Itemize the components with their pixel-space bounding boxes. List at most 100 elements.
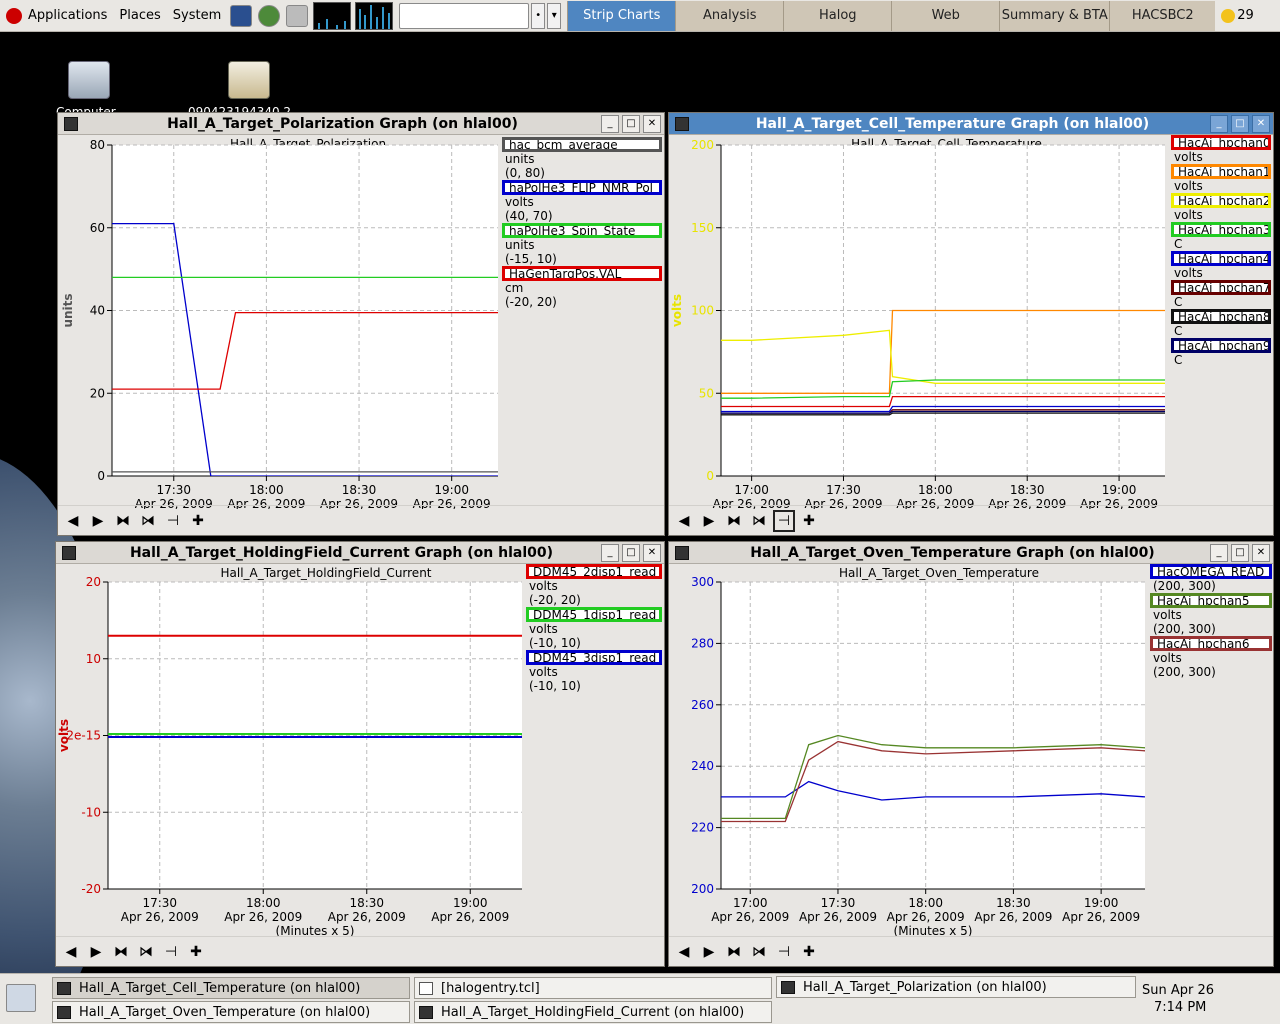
cell-temperature-window[interactable]: Hall_A_Target_Cell_Temperature Graph (on… bbox=[668, 112, 1274, 536]
legend-entry[interactable]: HacAi_hpchan5 volts (200, 300) bbox=[1150, 593, 1272, 636]
command-dropdown-button[interactable]: ▾ bbox=[547, 2, 562, 29]
paint-icon[interactable] bbox=[228, 61, 270, 99]
jump-end-icon[interactable]: ⊣ bbox=[160, 941, 182, 963]
zoom-out-time-icon[interactable]: ⧓ bbox=[112, 510, 134, 532]
legend-entry[interactable]: HacAi_hpchan0 volts bbox=[1171, 135, 1271, 164]
command-history-button[interactable]: • bbox=[531, 2, 546, 29]
legend-entry[interactable]: hac_bcm_average units (0, 80) bbox=[502, 137, 662, 180]
jump-end-icon[interactable]: ⊣ bbox=[162, 510, 184, 532]
legend-entry[interactable]: HacAi_hpchan4 volts bbox=[1171, 251, 1271, 280]
legend-signal-name[interactable]: HacAi_hpchan4 bbox=[1171, 251, 1271, 266]
legend-signal-name[interactable]: HacAi_hpchan7 bbox=[1171, 280, 1271, 295]
network-monitor-applet[interactable] bbox=[355, 1, 394, 30]
scroll-right-icon[interactable]: ▶ bbox=[87, 510, 109, 532]
legend-signal-name[interactable]: HacAi_hpchan8 bbox=[1171, 309, 1271, 324]
legend-signal-name[interactable]: HacAi_hpchan2 bbox=[1171, 193, 1271, 208]
close-button[interactable]: ✕ bbox=[1252, 543, 1270, 562]
close-button[interactable]: ✕ bbox=[643, 114, 661, 133]
legend-signal-name[interactable]: HacAi_hpchan5 bbox=[1150, 593, 1272, 608]
oven-temperature-titlebar[interactable]: Hall_A_Target_Oven_Temperature Graph (on… bbox=[669, 542, 1273, 564]
legend-entry[interactable]: HacOMEGA_READ (200, 300) bbox=[1150, 564, 1272, 593]
legend-entry[interactable]: HacAi_hpchan2 volts bbox=[1171, 193, 1271, 222]
close-button[interactable]: ✕ bbox=[643, 543, 661, 562]
tab-strip-charts[interactable]: Strip Charts bbox=[567, 0, 676, 31]
legend-entry[interactable]: HacAi_hpchan3 C bbox=[1171, 222, 1271, 251]
taskbar-item-cell-temperature[interactable]: Hall_A_Target_Cell_Temperature (on hlal0… bbox=[52, 977, 410, 999]
legend-signal-name[interactable]: DDM45_2disp1_read bbox=[526, 564, 662, 579]
system-menu[interactable]: System bbox=[167, 0, 227, 32]
weather-applet[interactable]: 29 bbox=[1221, 8, 1254, 23]
legend-entry[interactable]: DDM45_3disp1_read volts (-10, 10) bbox=[526, 650, 662, 693]
taskbar-item-oven-temperature[interactable]: Hall_A_Target_Oven_Temperature (on hlal0… bbox=[52, 1001, 410, 1023]
window-menu-icon[interactable] bbox=[62, 545, 76, 560]
cpu-monitor-applet[interactable] bbox=[313, 1, 352, 30]
applications-menu[interactable]: Applications bbox=[0, 0, 113, 32]
tab-web[interactable]: Web bbox=[891, 0, 1000, 31]
zoom-out-time-icon[interactable]: ⧓ bbox=[110, 941, 132, 963]
oven-temperature-window[interactable]: Hall_A_Target_Oven_Temperature Graph (on… bbox=[668, 541, 1274, 967]
legend-entry[interactable]: haPolHe3_Spin_State units (-15, 10) bbox=[502, 223, 662, 266]
maximize-button[interactable]: □ bbox=[622, 114, 640, 133]
clock[interactable]: Sun Apr 26 7:14 PM bbox=[1142, 982, 1214, 1016]
calculator-icon[interactable] bbox=[286, 4, 309, 27]
close-button[interactable]: ✕ bbox=[1252, 114, 1270, 133]
minimize-button[interactable]: _ bbox=[601, 543, 619, 562]
zoom-out-time-icon[interactable]: ⧓ bbox=[723, 941, 745, 963]
scroll-left-icon[interactable]: ◀ bbox=[673, 510, 695, 532]
legend-signal-name[interactable]: DDM45_1disp1_read bbox=[526, 607, 662, 622]
legend-signal-name[interactable]: HacAi_hpchan3 bbox=[1171, 222, 1271, 237]
legend-signal-name[interactable]: haPolHe3_Spin_State bbox=[502, 223, 662, 238]
command-input[interactable] bbox=[399, 2, 530, 29]
window-menu-icon[interactable] bbox=[64, 116, 78, 131]
polarization-titlebar[interactable]: Hall_A_Target_Polarization Graph (on hla… bbox=[58, 113, 664, 135]
add-signal-icon[interactable]: ✚ bbox=[185, 941, 207, 963]
legend-entry[interactable]: HacAi_hpchan1 volts bbox=[1171, 164, 1271, 193]
zoom-in-time-icon[interactable]: ⧒ bbox=[137, 510, 159, 532]
window-menu-icon[interactable] bbox=[675, 116, 689, 131]
computer-icon[interactable] bbox=[68, 61, 110, 99]
maximize-button[interactable]: □ bbox=[1231, 543, 1249, 562]
minimize-button[interactable]: _ bbox=[601, 114, 619, 133]
legend-signal-name[interactable]: HacOMEGA_READ bbox=[1150, 564, 1272, 579]
window-menu-icon[interactable] bbox=[675, 545, 689, 560]
jump-end-icon[interactable]: ⊣ bbox=[773, 941, 795, 963]
add-signal-icon[interactable]: ✚ bbox=[187, 510, 209, 532]
maximize-button[interactable]: □ bbox=[1231, 114, 1249, 133]
legend-signal-name[interactable]: DDM45_3disp1_read bbox=[526, 650, 662, 665]
scroll-right-icon[interactable]: ▶ bbox=[698, 510, 720, 532]
tab-hacsbc2[interactable]: HACSBC2 bbox=[1109, 0, 1216, 31]
holding-field-titlebar[interactable]: Hall_A_Target_HoldingField_Current Graph… bbox=[56, 542, 664, 564]
legend-signal-name[interactable]: haPolHe3_FLIP_NMR_Pol bbox=[502, 180, 662, 195]
minimize-button[interactable]: _ bbox=[1210, 114, 1228, 133]
scroll-left-icon[interactable]: ◀ bbox=[62, 510, 84, 532]
legend-entry[interactable]: HaGenTargPos.VAL cm (-20, 20) bbox=[502, 266, 662, 309]
legend-entry[interactable]: HacAi_hpchan9 C bbox=[1171, 338, 1271, 367]
minimize-button[interactable]: _ bbox=[1210, 543, 1228, 562]
zoom-out-time-icon[interactable]: ⧓ bbox=[723, 510, 745, 532]
show-desktop-icon[interactable] bbox=[6, 984, 36, 1012]
scroll-right-icon[interactable]: ▶ bbox=[85, 941, 107, 963]
polarization-window[interactable]: Hall_A_Target_Polarization Graph (on hla… bbox=[57, 112, 665, 536]
legend-signal-name[interactable]: HacAi_hpchan0 bbox=[1171, 135, 1271, 150]
tab-halog[interactable]: Halog bbox=[783, 0, 892, 31]
taskbar-item-halogentry[interactable]: [halogentry.tcl] bbox=[414, 977, 772, 999]
maximize-button[interactable]: □ bbox=[622, 543, 640, 562]
legend-entry[interactable]: HacAi_hpchan6 volts (200, 300) bbox=[1150, 636, 1272, 679]
scroll-left-icon[interactable]: ◀ bbox=[60, 941, 82, 963]
tab-summary-bta[interactable]: Summary & BTA bbox=[999, 0, 1110, 31]
holding-field-window[interactable]: Hall_A_Target_HoldingField_Current Graph… bbox=[55, 541, 665, 967]
cell-temperature-titlebar[interactable]: Hall_A_Target_Cell_Temperature Graph (on… bbox=[669, 113, 1273, 135]
jump-end-icon[interactable]: ⊣ bbox=[773, 509, 795, 532]
zoom-in-time-icon[interactable]: ⧒ bbox=[135, 941, 157, 963]
tab-analysis[interactable]: Analysis bbox=[675, 0, 784, 31]
legend-entry[interactable]: haPolHe3_FLIP_NMR_Pol volts (40, 70) bbox=[502, 180, 662, 223]
zoom-in-time-icon[interactable]: ⧒ bbox=[748, 510, 770, 532]
terminal-launcher-icon[interactable] bbox=[230, 4, 253, 27]
legend-signal-name[interactable]: HacAi_hpchan9 bbox=[1171, 338, 1271, 353]
legend-entry[interactable]: DDM45_2disp1_read volts (-20, 20) bbox=[526, 564, 662, 607]
legend-signal-name[interactable]: hac_bcm_average bbox=[502, 137, 662, 152]
zoom-in-time-icon[interactable]: ⧒ bbox=[748, 941, 770, 963]
add-signal-icon[interactable]: ✚ bbox=[798, 941, 820, 963]
add-signal-icon[interactable]: ✚ bbox=[798, 510, 820, 532]
scroll-left-icon[interactable]: ◀ bbox=[673, 941, 695, 963]
